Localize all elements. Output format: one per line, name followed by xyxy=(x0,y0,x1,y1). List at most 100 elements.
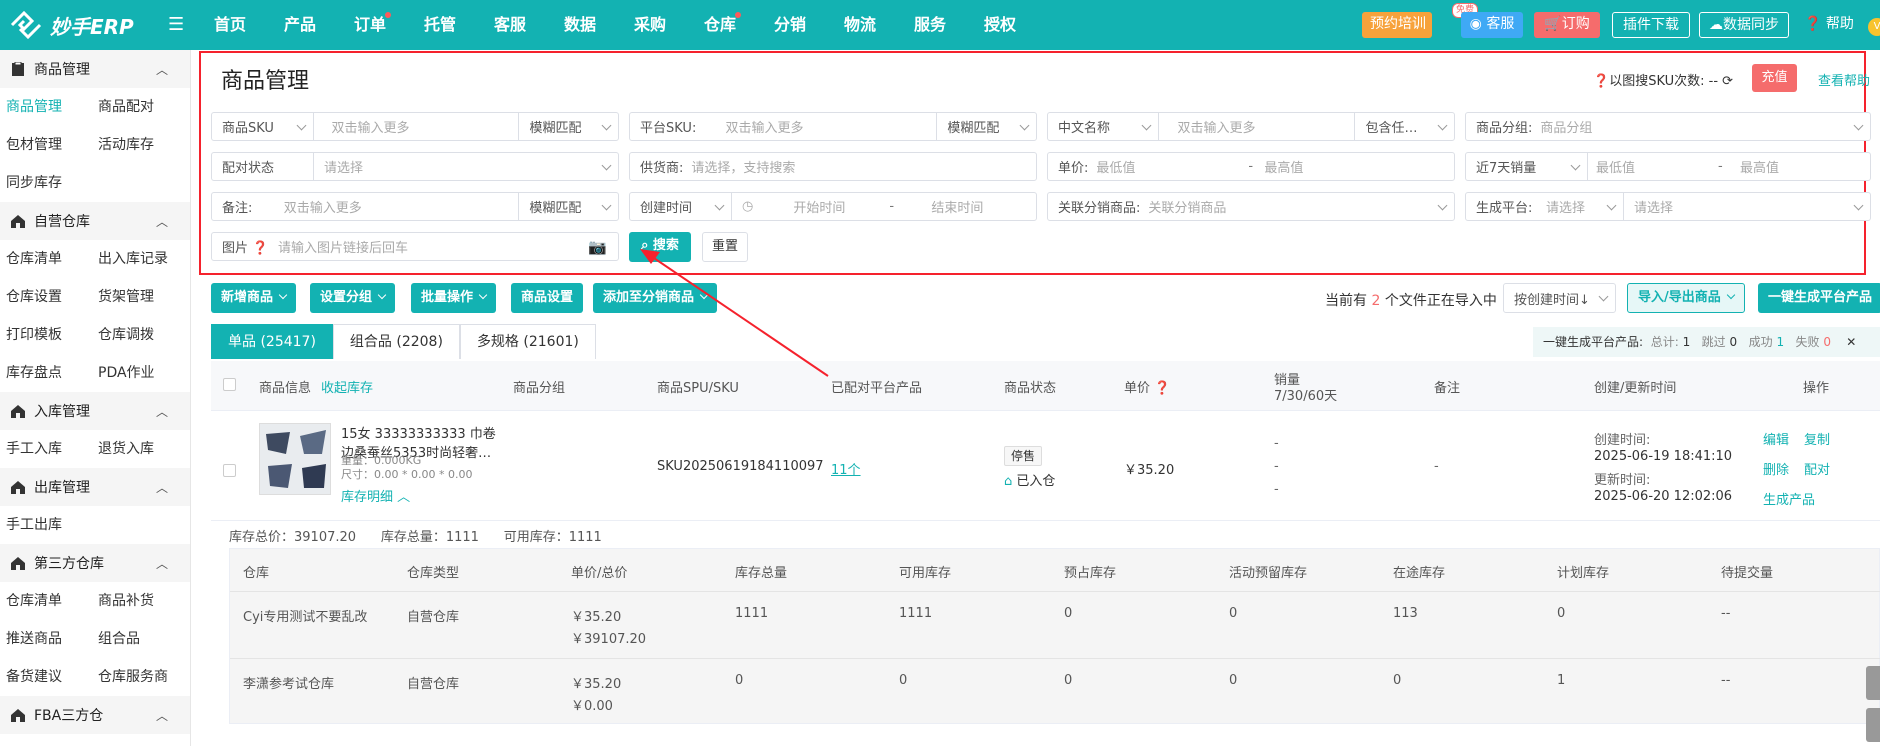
sidebar-section-inbound[interactable]: 入库管理 ︿ xyxy=(0,392,190,430)
supplier-filter[interactable]: 供货商: 请选择，支持搜索 xyxy=(629,152,1037,181)
nav-services[interactable]: 服务 xyxy=(895,0,965,50)
paired-count-link[interactable]: 11个 xyxy=(831,459,861,478)
sales-range-select[interactable]: 近7天销量 xyxy=(1466,153,1588,180)
sidebar-item-product-pair[interactable]: 商品配对 xyxy=(98,88,190,126)
sales-max-input[interactable]: 最高值 xyxy=(1740,157,1779,176)
delete-button[interactable]: 删除 xyxy=(1763,459,1789,478)
sidebar-section-fba[interactable]: FBA三方仓 ︿ xyxy=(0,696,190,734)
set-group-button[interactable]: 设置分组 xyxy=(310,283,396,313)
close-icon[interactable]: ✕ xyxy=(1846,335,1856,349)
nav-product[interactable]: 产品 xyxy=(265,0,335,50)
sidebar-item-print-template[interactable]: 打印模板 xyxy=(6,316,98,354)
tab-bundle[interactable]: 组合品 (2208) xyxy=(332,324,460,359)
sidebar-item-manual-outbound[interactable]: 手工出库 xyxy=(6,506,98,544)
sidebar-item-activity-stock[interactable]: 活动库存 xyxy=(98,126,190,164)
sidebar-section-product[interactable]: 商品管理 ︿ xyxy=(0,50,190,88)
distribution-filter[interactable]: 关联分销商品: 关联分销商品 xyxy=(1047,192,1455,221)
collapse-stock-link[interactable]: 收起库存 xyxy=(321,377,373,396)
sidebar-item-shelf[interactable]: 货架管理 xyxy=(98,278,190,316)
sidebar-item-sync-stock[interactable]: 同步库存 xyxy=(6,164,98,202)
add-product-button[interactable]: 新增商品 xyxy=(211,283,297,313)
sidebar-item-push-product[interactable]: 推送商品 xyxy=(6,620,98,658)
sidebar-item-warehouse-setting[interactable]: 仓库设置 xyxy=(6,278,98,316)
sidebar-item-product-manage[interactable]: 商品管理 xyxy=(6,88,98,126)
nav-data[interactable]: 数据 xyxy=(545,0,615,50)
sku-match-select[interactable]: 模糊匹配 xyxy=(518,113,618,140)
tab-single[interactable]: 单品 (25417) xyxy=(211,324,333,359)
customer-service-button[interactable]: ◉ 客服 xyxy=(1461,12,1523,38)
sidebar-item-manual-inbound[interactable]: 手工入库 xyxy=(6,430,98,468)
nav-authorize[interactable]: 授权 xyxy=(965,0,1035,50)
plugin-download-button[interactable]: 插件下载 xyxy=(1612,12,1690,38)
generate-product-button[interactable]: 生成产品 xyxy=(1763,489,1815,508)
sort-select[interactable]: 按创建时间↓ xyxy=(1503,283,1616,313)
import-export-button[interactable]: 导入/导出商品 xyxy=(1627,283,1745,313)
one-click-generate-button[interactable]: 一键生成平台产品 xyxy=(1758,283,1880,313)
sidebar-item-inout-record[interactable]: 出入库记录 xyxy=(98,240,190,278)
select-all-checkbox[interactable] xyxy=(223,378,236,391)
logo[interactable]: 妙手ERP xyxy=(10,10,134,40)
recharge-button[interactable]: 充值 xyxy=(1752,64,1797,92)
sales-min-input[interactable]: 最低值 xyxy=(1588,157,1718,176)
time-type-select[interactable]: 创建时间 xyxy=(630,193,732,220)
sidebar-item-replenish[interactable]: 商品补货 xyxy=(98,582,190,620)
nav-warehouse[interactable]: 仓库 xyxy=(685,0,755,50)
nav-logistics[interactable]: 物流 xyxy=(825,0,895,50)
training-button[interactable]: 预约培训 xyxy=(1362,12,1432,38)
camera-icon[interactable]: 📷 xyxy=(588,238,618,256)
search-button[interactable]: ⌕ 搜索 xyxy=(629,232,691,262)
sidebar-item-bundle[interactable]: 组合品 xyxy=(98,620,190,658)
sidebar-section-outbound[interactable]: 出库管理 ︿ xyxy=(0,468,190,506)
sidebar-item-warehouse-list[interactable]: 仓库清单 xyxy=(6,240,98,278)
help-button[interactable]: ❓ 帮助 xyxy=(1796,12,1856,38)
remark-input[interactable]: 双击输入更多 xyxy=(272,197,519,216)
nav-purchase[interactable]: 采购 xyxy=(615,0,685,50)
image-url-input[interactable]: 请输入图片链接后回车 xyxy=(268,237,588,256)
nav-order[interactable]: 订单 xyxy=(335,0,405,50)
help-link[interactable]: 查看帮助 xyxy=(1818,70,1870,89)
product-thumbnail[interactable] xyxy=(259,423,331,495)
sidebar-item-warehouse-provider[interactable]: 仓库服务商 xyxy=(98,658,190,696)
sidebar-item-transfer[interactable]: 仓库调拨 xyxy=(98,316,190,354)
platform-sku-input[interactable]: 双击输入更多 xyxy=(726,117,937,136)
side-float-tab[interactable] xyxy=(1866,666,1880,700)
product-setting-button[interactable]: 商品设置 xyxy=(511,283,584,313)
row-checkbox[interactable] xyxy=(223,464,236,477)
tab-variants[interactable]: 多规格 (21601) xyxy=(459,324,596,359)
batch-ops-button[interactable]: 批量操作 xyxy=(411,283,497,313)
sidebar-section-third-party[interactable]: 第三方仓库 ︿ xyxy=(0,544,190,582)
name-match-select[interactable]: 包含任… xyxy=(1354,113,1454,140)
nav-service[interactable]: 客服 xyxy=(475,0,545,50)
edit-button[interactable]: 编辑 xyxy=(1763,429,1789,448)
refresh-icon[interactable]: ⟳ xyxy=(1722,74,1733,89)
nav-home[interactable]: 首页 xyxy=(195,0,265,50)
stock-detail-toggle[interactable]: 库存明细 ︿ xyxy=(341,486,410,505)
nav-hosting[interactable]: 托管 xyxy=(405,0,475,50)
add-to-distribution-button[interactable]: 添加至分销商品 xyxy=(593,283,718,313)
sidebar-item-return-inbound[interactable]: 退货入库 xyxy=(98,430,190,468)
nav-distribution[interactable]: 分销 xyxy=(755,0,825,50)
start-time-input[interactable]: 开始时间 xyxy=(753,197,881,216)
gen-platform-select-1[interactable]: 请选择 xyxy=(1536,193,1624,220)
sidebar-item-stocktake[interactable]: 库存盘点 xyxy=(6,354,98,392)
sku-type-select[interactable]: 商品SKU xyxy=(212,113,314,140)
sidebar-item-pda[interactable]: PDA作业 xyxy=(98,354,190,392)
order-button[interactable]: 🛒订购 xyxy=(1534,12,1600,38)
menu-toggle-icon[interactable]: ☰ xyxy=(168,14,184,35)
sidebar-section-self-warehouse[interactable]: 自营仓库 ︿ xyxy=(0,202,190,240)
gen-platform-select-2[interactable]: 请选择 xyxy=(1624,193,1870,220)
pair-status-select[interactable]: 请选择 xyxy=(314,153,618,180)
group-filter[interactable]: 商品分组: 商品分组 xyxy=(1465,112,1871,141)
data-sync-button[interactable]: ☁数据同步 xyxy=(1699,12,1789,38)
side-float-tab[interactable] xyxy=(1866,708,1880,742)
remark-match-select[interactable]: 模糊匹配 xyxy=(518,193,618,220)
pair-button[interactable]: 配对 xyxy=(1804,459,1830,478)
avatar[interactable]: V xyxy=(1868,18,1880,36)
sidebar-item-3p-warehouse-list[interactable]: 仓库清单 xyxy=(6,582,98,620)
sidebar-item-packaging[interactable]: 包材管理 xyxy=(6,126,98,164)
platform-match-select[interactable]: 模糊匹配 xyxy=(936,113,1036,140)
sidebar-item-stock-advice[interactable]: 备货建议 xyxy=(6,658,98,696)
price-max-input[interactable]: 最高值 xyxy=(1264,157,1303,176)
name-input[interactable]: 双击输入更多 xyxy=(1159,117,1354,136)
sku-input[interactable]: 双击输入更多 xyxy=(314,117,519,136)
